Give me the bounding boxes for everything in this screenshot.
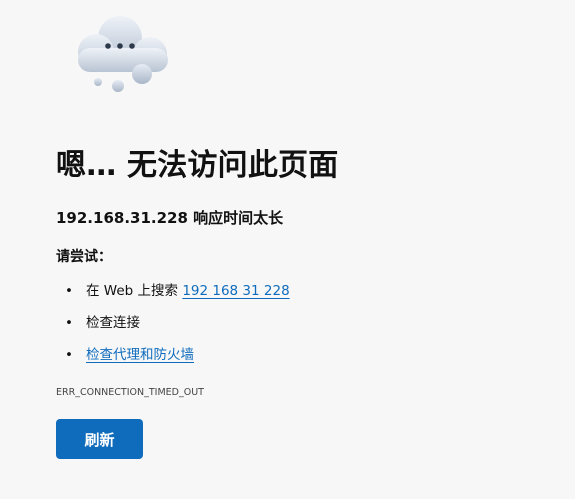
bullet: •	[65, 347, 73, 363]
suggestion-item-check-proxy: • 检查代理和防火墙	[56, 342, 290, 374]
bullet: •	[65, 283, 73, 299]
search-web-label: 在 Web 上搜索	[86, 283, 183, 299]
error-message: 192.168.31.228 响应时间太长	[56, 209, 284, 227]
page-title: 嗯… 无法访问此页面	[56, 148, 339, 183]
check-proxy-firewall-link[interactable]: 检查代理和防火墙	[86, 347, 194, 363]
suggestion-item-check-connection: • 检查连接	[56, 310, 290, 342]
suggestion-list: • 在 Web 上搜索 192 168 31 228 • 检查连接 • 检查代理…	[56, 278, 290, 374]
try-heading: 请尝试：	[56, 249, 112, 265]
bullet: •	[65, 315, 73, 331]
error-code: ERR_CONNECTION_TIMED_OUT	[56, 387, 204, 398]
search-web-link[interactable]: 192 168 31 228	[182, 283, 289, 299]
suggestion-item-search-web: • 在 Web 上搜索 192 168 31 228	[56, 278, 290, 310]
refresh-button[interactable]: 刷新	[56, 419, 143, 459]
check-connection-label: 检查连接	[86, 315, 140, 331]
cloud-with-dots-icon	[64, 14, 174, 94]
